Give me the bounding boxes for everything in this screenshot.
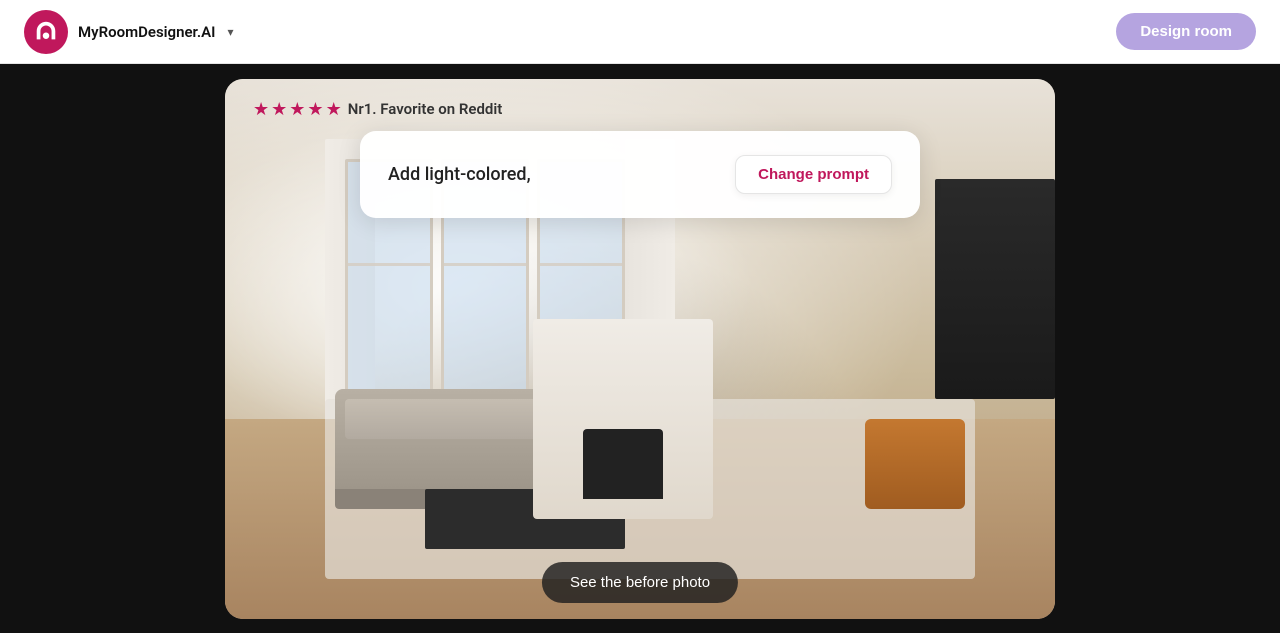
tv [935, 179, 1055, 399]
star-2: ★ [271, 99, 287, 120]
logo-mark [24, 10, 68, 54]
star-badge: ★ ★ ★ ★ ★ Nr1. Favorite on Reddit [253, 99, 502, 120]
header-left: MyRoomDesigner.AI ▾ [24, 10, 233, 54]
star-1: ★ [253, 99, 269, 120]
accent-chair [865, 419, 965, 509]
logo-icon [33, 19, 59, 45]
room-card: ★ ★ ★ ★ ★ Nr1. Favorite on Reddit Add li… [225, 79, 1055, 619]
star-3: ★ [289, 99, 305, 120]
change-prompt-button[interactable]: Change prompt [735, 155, 892, 194]
fireplace-opening [583, 429, 663, 499]
prompt-card: Add light-colored, Change prompt [360, 131, 920, 218]
design-room-button[interactable]: Design room [1116, 13, 1256, 50]
stars: ★ ★ ★ ★ ★ [253, 99, 342, 120]
header: MyRoomDesigner.AI ▾ Design room [0, 0, 1280, 64]
before-photo-button[interactable]: See the before photo [542, 562, 738, 603]
brand-name: MyRoomDesigner.AI [78, 23, 215, 41]
fireplace [533, 319, 713, 519]
star-4: ★ [307, 99, 323, 120]
star-5: ★ [326, 99, 342, 120]
chevron-down-icon[interactable]: ▾ [227, 25, 233, 39]
main-area: ★ ★ ★ ★ ★ Nr1. Favorite on Reddit Add li… [0, 64, 1280, 633]
star-label: Nr1. Favorite on Reddit [348, 100, 503, 118]
prompt-text: Add light-colored, [388, 164, 531, 185]
